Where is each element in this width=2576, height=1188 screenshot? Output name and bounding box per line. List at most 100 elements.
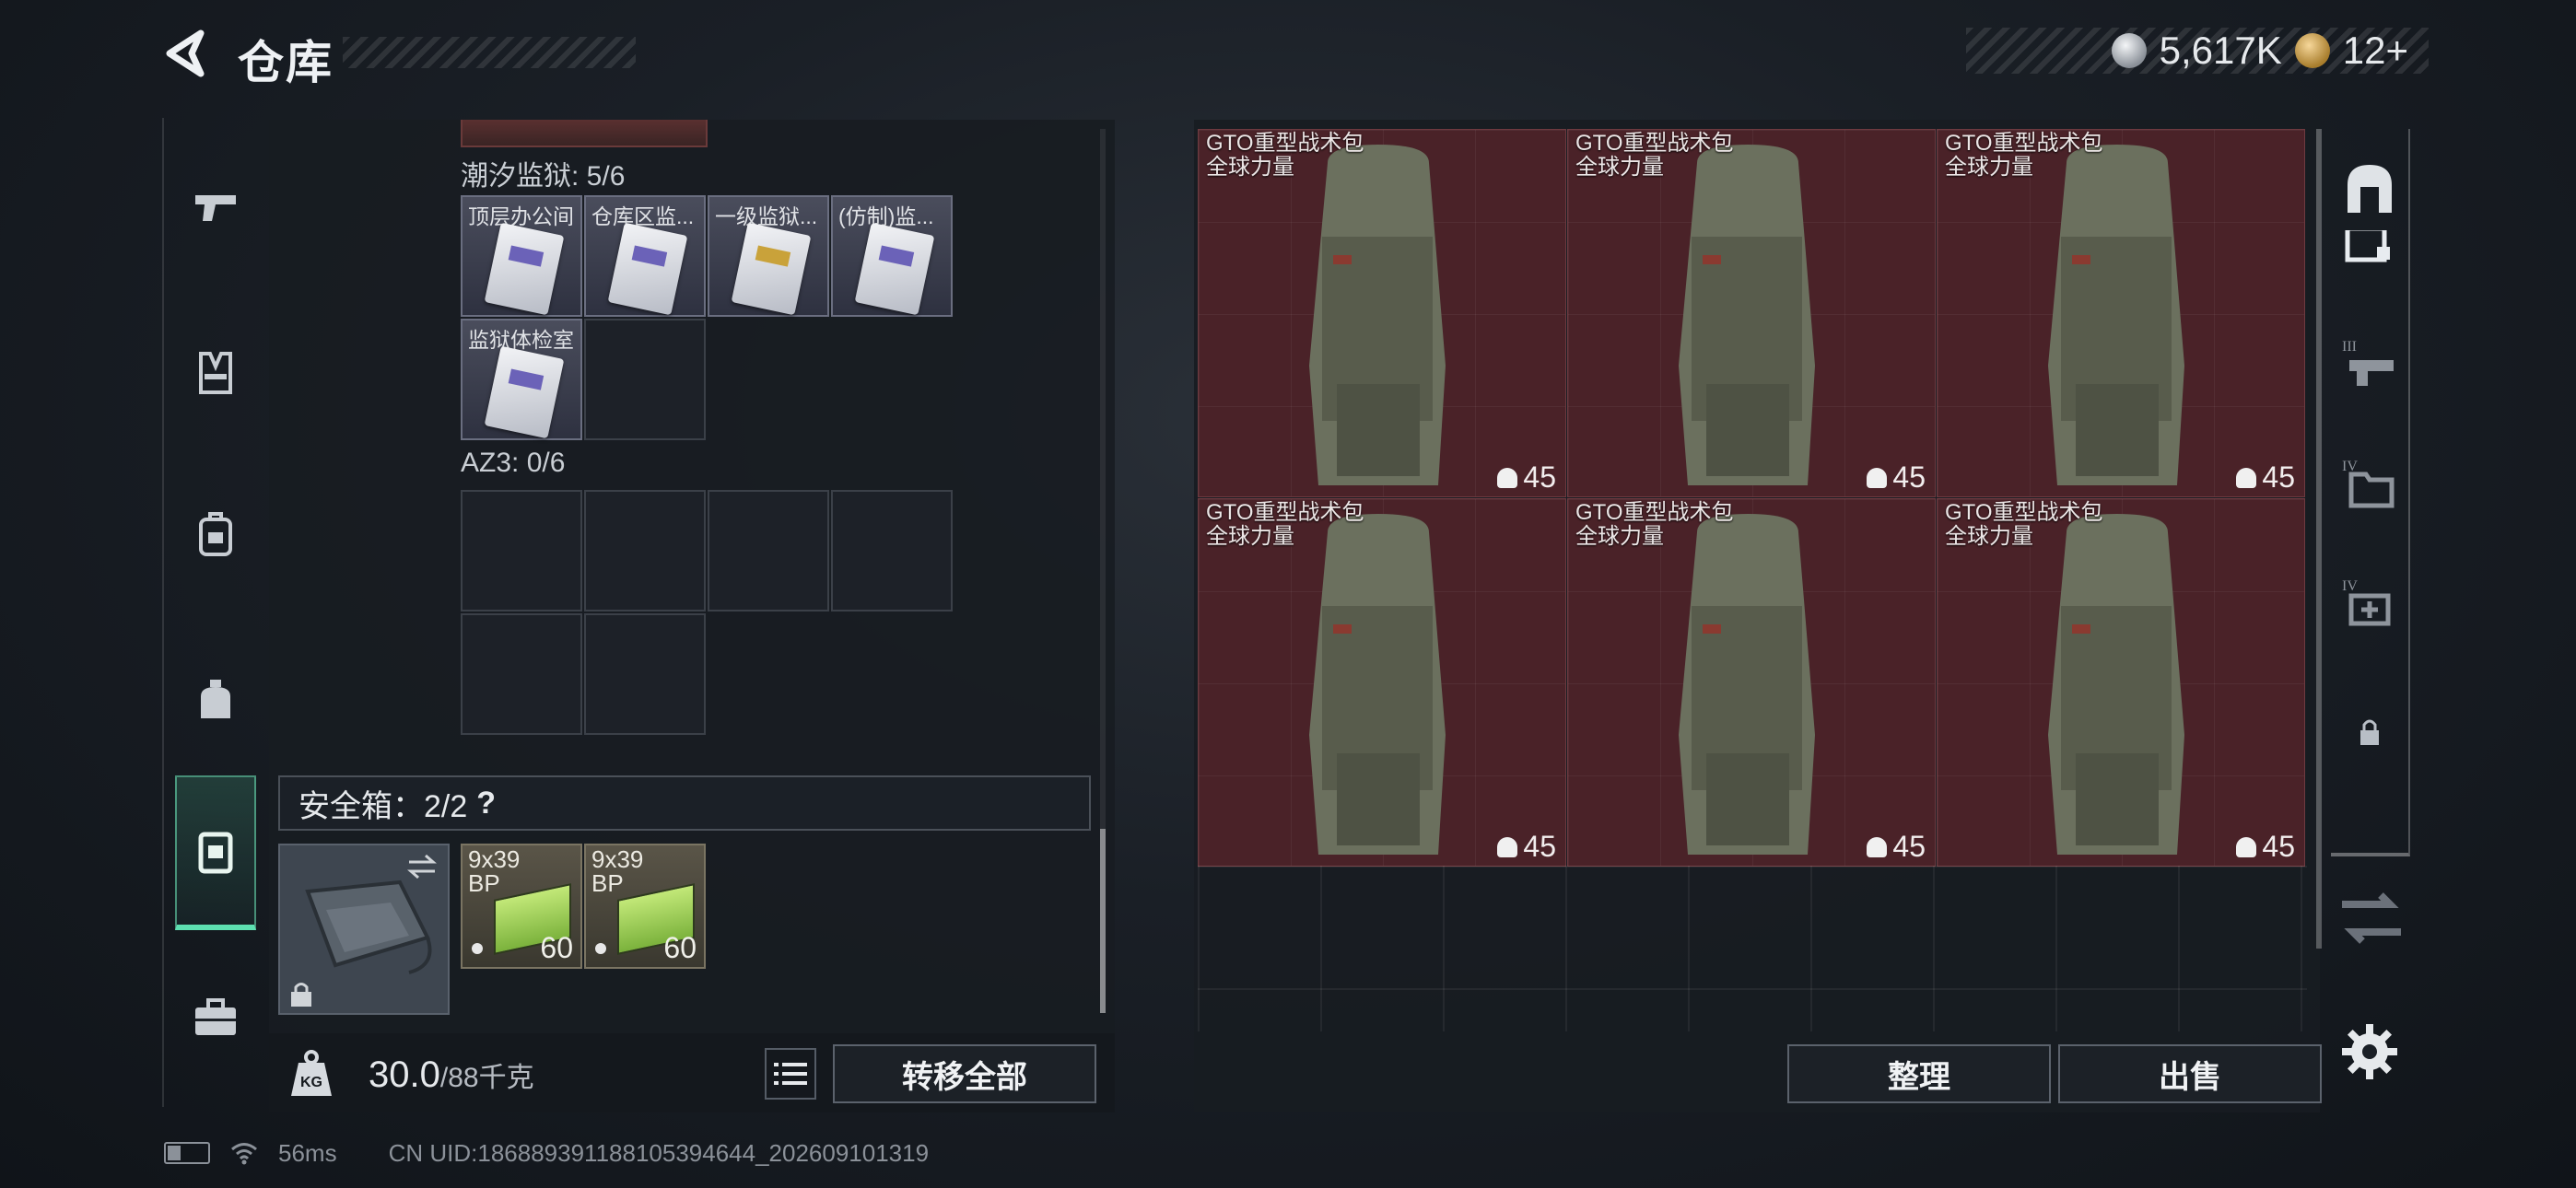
sort-button[interactable]: 整理 (1787, 1044, 2051, 1103)
item-slot-partial[interactable] (461, 120, 708, 147)
item-slot[interactable]: GTO重型战术包 全球力量 45 (1937, 129, 2305, 497)
empty-backpack-grid[interactable] (1198, 866, 2307, 1031)
item-brand: 全球力量 (1575, 155, 1664, 180)
nav-weapons[interactable] (164, 155, 267, 258)
silver-coin-icon (2111, 33, 2147, 68)
durability-value: 45 (1523, 830, 1556, 863)
durability: 45 (1497, 460, 1556, 495)
durability-value: 45 (1892, 460, 1926, 494)
keycard-icon (731, 222, 812, 316)
key-card-label: 仓库区监... (591, 204, 695, 228)
weight-capacity: /88千克 (439, 1063, 534, 1093)
item-brand: 全球力量 (1206, 155, 1294, 180)
left-category-nav (162, 118, 267, 1107)
item-slot[interactable]: GTO重型战术包 全球力量 45 (1198, 129, 1566, 497)
durability-value: 45 (1892, 830, 1926, 863)
item-name: GTO重型战术包 (1575, 500, 1734, 525)
swap-arrows-icon[interactable] (405, 853, 439, 880)
list-view-button[interactable] (765, 1048, 816, 1100)
left-scrollbar-thumb[interactable] (1100, 829, 1106, 1013)
item-name-block: GTO重型战术包 全球力量 (1575, 501, 1734, 549)
helmet-icon (2236, 467, 2257, 488)
empty-key-slot[interactable] (461, 490, 582, 611)
filter-tier-3[interactable]: III (2331, 304, 2408, 424)
keycard-icon (484, 345, 565, 439)
item-slot[interactable]: GTO重型战术包 全球力量 45 (1567, 129, 1936, 497)
page-title: 仓库 (238, 37, 334, 88)
ammo-item[interactable]: 9x39 BP 60 (461, 844, 582, 969)
durability-value: 45 (1523, 460, 1556, 494)
empty-key-slot[interactable] (584, 319, 706, 440)
empty-key-slot[interactable] (461, 613, 582, 735)
filter-tier-4-medical[interactable]: IV (2331, 543, 2408, 663)
status-bar: 56ms CN UID:1868893911881053946​44_20260… (164, 1135, 929, 1171)
nav-backpack[interactable] (164, 483, 267, 586)
nav-toolbox[interactable] (164, 965, 267, 1068)
back-button[interactable] (158, 26, 214, 81)
helmet-icon (1497, 836, 1518, 857)
currency-bar: 5,617K 12+ (1966, 28, 2429, 74)
durability-value: 45 (2262, 830, 2295, 863)
ammo-count: 60 (663, 931, 697, 964)
settings-gear-icon[interactable] (2340, 1022, 2399, 1081)
ammo-item[interactable]: 9x39 BP 60 (584, 844, 706, 969)
sell-button[interactable]: 出售 (2058, 1044, 2322, 1103)
pouch-icon (201, 680, 230, 718)
item-name: GTO重型战术包 (1945, 131, 2103, 156)
filter-equipment[interactable] (2331, 230, 2408, 285)
help-button[interactable]: ? (476, 786, 496, 821)
safe-box-container[interactable] (278, 844, 450, 1015)
empty-key-slot[interactable] (584, 490, 706, 611)
az3-title: AZ3: 0/6 (461, 448, 566, 478)
helmet-icon (1497, 467, 1518, 488)
key-card-slot[interactable]: (仿制)监... (831, 195, 953, 317)
durability: 45 (2236, 460, 2295, 495)
backpack-icon (199, 512, 232, 556)
tier-label: IV (2342, 578, 2358, 594)
key-card-slot[interactable]: 一级监狱... (708, 195, 829, 317)
ping-value: 56ms (278, 1138, 337, 1167)
durability: 45 (1867, 460, 1926, 495)
item-slot[interactable]: GTO重型战术包 全球力量 45 (1567, 498, 1936, 867)
vault-icon (2348, 165, 2392, 213)
helmet-icon (1867, 836, 1888, 857)
ammo-label: 9x39 BP (468, 845, 521, 897)
nav-armor[interactable] (164, 320, 267, 424)
key-card-slot[interactable]: 监狱体检室 (461, 319, 582, 440)
battery-icon (164, 1142, 210, 1164)
container-icon (198, 832, 233, 874)
tier4-folder-icon: IV (2342, 459, 2395, 508)
empty-key-slot[interactable] (831, 490, 953, 611)
item-name-block: GTO重型战术包 全球力量 (1206, 501, 1364, 549)
nav-safe-container[interactable] (175, 775, 256, 930)
silver-amount: 5,617K (2159, 29, 2282, 72)
equipment-icon (2345, 230, 2390, 262)
item-name: GTO重型战术包 (1945, 500, 2103, 525)
item-slot[interactable]: GTO重型战术包 全球力量 45 (1198, 498, 1566, 867)
tier-label: IV (2342, 459, 2358, 474)
weight-readout: 30.0/88千克 (369, 1054, 534, 1096)
tier-label: III (2342, 339, 2357, 355)
key-card-slot[interactable]: 顶层办公间 (461, 195, 582, 317)
item-name-block: GTO重型战术包 全球力量 (1945, 501, 2103, 549)
transfer-all-button[interactable]: 转移全部 (833, 1044, 1096, 1103)
ammo-marker-icon (595, 943, 606, 954)
ammo-label: 9x39 BP (591, 845, 644, 897)
key-card-slot[interactable]: 仓库区监... (584, 195, 706, 317)
empty-key-slot[interactable] (584, 613, 706, 735)
title-decoration (343, 37, 636, 68)
right-scrollbar[interactable] (2316, 129, 2322, 949)
list-icon (774, 1063, 807, 1085)
nav-pouch[interactable] (164, 648, 267, 751)
helmet-icon (2236, 836, 2257, 857)
item-name: GTO重型战术包 (1575, 131, 1734, 156)
exchange-icon[interactable] (2335, 890, 2408, 949)
helmet-icon (1867, 467, 1888, 488)
item-slot[interactable]: GTO重型战术包 全球力量 45 (1937, 498, 2305, 867)
empty-key-slot[interactable] (708, 490, 829, 611)
item-name-block: GTO重型战术包 全球力量 (1206, 132, 1364, 180)
filter-tier-4-folder[interactable]: IV (2331, 424, 2408, 543)
filter-locked[interactable] (2331, 672, 2408, 792)
safe-box-header: 安全箱：2/2 ? (278, 775, 1091, 831)
durability: 45 (2236, 830, 2295, 864)
